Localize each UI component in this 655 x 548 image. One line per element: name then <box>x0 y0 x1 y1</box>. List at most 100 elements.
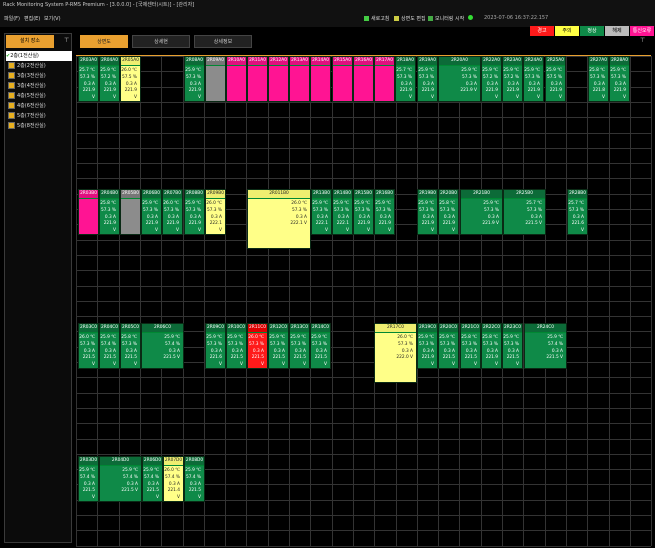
rack-cell[interactable]: 2R03B0 <box>78 189 99 235</box>
rack-cell[interactable]: 2R27A0 25.8 ℃ 57.3 % 0.3 A 221.8 V <box>588 56 609 102</box>
main-panel: 상면도 상세현 상세정보 ⊤ 2R03A0 25.7 ℃ 57.3 % 0.3 A 22… <box>76 33 653 547</box>
rack-cell[interactable]: 2R28A0 25.9 ℃ 57.3 % 0.3 A 221.9 V <box>609 56 630 102</box>
pin-icon[interactable]: ⊤ <box>64 37 69 44</box>
rack-cell[interactable]: 2R21C0 25.8 ℃ 57.3 % 0.3 A 221.5 V <box>460 323 481 369</box>
rack-cell[interactable]: 2R13A0 <box>289 56 310 102</box>
rack-cell[interactable]: 2R04D0 25.9 ℃ 57.4 % 0.3 A 221.5 V <box>99 456 142 502</box>
rack-cell[interactable]: 2R06D0 25.9 ℃ 57.4 % 0.3 A 221.5 V <box>142 456 163 502</box>
humidity: 57.3 % <box>524 74 540 80</box>
rack-cell[interactable]: 2R06C0 25.9 ℃ 57.4 % 0.3 A 221.5 V <box>141 323 184 369</box>
rack-cell[interactable]: 2R22C0 25.8 ℃ 57.3 % 0.3 A 221.9 V <box>481 323 502 369</box>
rack-cell[interactable]: 2R11A0 <box>247 56 268 102</box>
rack-cell[interactable]: 2R13C0 25.9 ℃ 57.3 % 0.3 A 221.5 V <box>289 323 310 369</box>
rack-cell[interactable]: 2R011B0 26.0 ℃ 57.3 % 0.3 A 222.1 V <box>247 189 311 249</box>
rack-cell[interactable]: 2R19A0 25.9 ℃ 57.3 % 0.3 A 221.9 V <box>417 56 438 102</box>
rack-cell[interactable]: 2R10C0 25.9 ℃ 57.3 % 0.3 A 221.5 V <box>226 323 247 369</box>
rack-cell[interactable]: 2R03A0 25.7 ℃ 57.3 % 0.3 A 221.9 V <box>78 56 99 102</box>
refresh-button[interactable]: 새로고침 <box>364 15 389 22</box>
rack-cell[interactable]: 2R07B0 26.0 ℃ 57.3 % 0.3 A 221.9 V <box>162 189 183 235</box>
voltage: 221.9 V <box>82 88 95 101</box>
rack-cell[interactable]: 2R21B0 25.9 ℃ 57.3 % 0.3 A 221.9 V <box>460 189 503 235</box>
rack-cell[interactable]: 2R12C0 25.9 ℃ 57.3 % 0.3 A 221.5 V <box>268 323 289 369</box>
humidity: 57.3 % <box>206 341 222 347</box>
temperature: 25.8 ℃ <box>461 335 477 340</box>
rack-cell[interactable]: 2R08D0 25.9 ℃ 57.4 % 0.3 A 221.5 V <box>184 456 205 502</box>
rack-cell[interactable]: 2R15A0 <box>332 56 353 102</box>
rack-cell[interactable]: 2R14C0 25.9 ℃ 57.3 % 0.3 A 221.5 V <box>310 323 331 369</box>
rack-readings: 25.7 ℃ 57.3 % 0.3 A 221.6 V <box>568 199 587 235</box>
rack-cell[interactable]: 2R14A0 <box>310 56 331 102</box>
rack-cell[interactable]: 2R10A0 <box>226 56 247 102</box>
rack-cell[interactable]: 2R04B0 25.8 ℃ 57.3 % 0.3 A 221.9 V <box>99 189 120 235</box>
location-item[interactable]: 4층(6전산실) <box>6 101 72 111</box>
rack-cell[interactable]: 2R09B0 26.0 ℃ 57.3 % 0.3 A 222.1 V <box>205 189 226 235</box>
temperature: 25.9 ℃ <box>610 68 626 73</box>
location-item[interactable]: 3층(3전산실) <box>6 71 72 81</box>
location-tree: ✔2층(1전산실) 2층(2전산실) 3층(3전산실) 3층(4전산실) 4층(… <box>6 51 72 131</box>
edit-layout-button[interactable]: 상면도 편집 <box>394 15 426 22</box>
menu-edit[interactable]: 편집(E) <box>24 15 40 22</box>
rack-cell[interactable]: 2R16B0 25.9 ℃ 57.3 % 0.3 A 221.9 V <box>374 189 395 235</box>
rack-cell[interactable]: 2R23C0 25.9 ℃ 57.3 % 0.3 A 221.5 V <box>502 323 523 369</box>
rack-cell[interactable]: 2R24A0 25.9 ℃ 57.3 % 0.3 A 221.9 V <box>523 56 544 102</box>
tab-status[interactable]: 상세현 <box>132 35 190 48</box>
rack-readings: 25.7 ℃ 57.3 % 0.3 A 221.9 V <box>79 66 98 102</box>
rack-cell[interactable]: 2R15B0 25.9 ℃ 57.3 % 0.3 A 221.9 V <box>353 189 374 235</box>
rack-cell[interactable]: 2R03D0 25.9 ℃ 57.4 % 0.3 A 221.5 V <box>78 456 99 502</box>
location-item[interactable]: 3층(4전산실) <box>6 81 72 91</box>
location-item[interactable]: ✔2층(1전산실) <box>6 51 72 61</box>
menu-file[interactable]: 파일(F) <box>4 15 20 22</box>
rack-cell[interactable]: 2R09A0 <box>205 56 226 102</box>
sidebar-tab-location[interactable]: 설치 장소 <box>6 35 54 48</box>
tab-floorplan[interactable]: 상면도 <box>80 35 128 48</box>
rack-cell[interactable]: 2R20C0 25.9 ℃ 57.3 % 0.3 A 221.5 V <box>438 323 459 369</box>
humidity: 57.3 % <box>333 207 349 213</box>
rack-cell[interactable]: 2R05A0 26.0 ℃ 57.5 % 0.3 A 221.9 V <box>120 56 141 102</box>
humidity: 57.3 % <box>121 341 137 347</box>
rack-cell[interactable]: 2R19C0 25.9 ℃ 57.3 % 0.3 A 221.9 V <box>417 323 438 369</box>
rack-cell[interactable]: 2R05C0 25.8 ℃ 57.3 % 0.3 A 221.5 V <box>120 323 141 369</box>
rack-cell[interactable]: 2R17A0 <box>374 56 395 102</box>
rack-id: 2R15B0 <box>354 190 373 199</box>
humidity: 57.3 % <box>418 341 434 347</box>
rack-cell[interactable]: 2R19B0 25.9 ℃ 57.3 % 0.3 A 221.9 V <box>417 189 438 235</box>
rack-cell[interactable]: 2R13B0 25.9 ℃ 57.3 % 0.3 A 222.1 V <box>311 189 332 235</box>
rack-cell[interactable]: 2R23A0 25.9 ℃ 57.2 % 0.3 A 221.9 V <box>502 56 523 102</box>
rack-cell[interactable]: 2R18A0 25.7 ℃ 57.3 % 0.3 A 221.9 V <box>395 56 416 102</box>
rack-cell[interactable]: 2R24C0 25.9 ℃ 57.4 % 0.3 A 221.5 V <box>524 323 567 369</box>
location-item[interactable]: 2층(2전산실) <box>6 61 72 71</box>
rack-cell[interactable]: 2R12A0 <box>268 56 289 102</box>
rack-cell[interactable]: 2R16A0 <box>353 56 374 102</box>
rack-id: 2R12C0 <box>269 324 288 333</box>
rack-cell[interactable]: 2R25B0 25.7 ℃ 57.3 % 0.3 A 221.5 V <box>503 189 546 235</box>
rack-cell[interactable]: 2R07D0 26.0 ℃ 57.4 % 0.3 A 221.4 V <box>163 456 184 502</box>
humidity: 57.5 % <box>546 74 562 80</box>
rack-cell[interactable]: 2R05B0 <box>120 189 141 235</box>
rack-cell[interactable]: 2R20B0 25.8 ℃ 57.3 % 0.3 A 221.9 V <box>438 189 459 235</box>
rack-cell[interactable]: 2R08A0 25.9 ℃ 57.3 % 0.3 A 221.9 V <box>184 56 205 102</box>
location-item[interactable]: 4층(5전산실) <box>6 91 72 101</box>
monitor-start-button[interactable]: 모니터링 시작 <box>428 15 464 22</box>
rack-cell[interactable]: 2R03C0 26.0 ℃ 57.3 % 0.3 A 221.5 V <box>78 323 99 369</box>
menu-view[interactable]: 보기(V) <box>44 15 61 22</box>
rack-cell[interactable]: 2R11C0 26.0 ℃ 57.3 % 0.3 A 221.5 V <box>247 323 268 369</box>
tab-details[interactable]: 상세정보 <box>194 35 252 48</box>
rack-cell[interactable]: 2R17C0 26.0 ℃ 57.3 % 0.3 A 222.0 V <box>374 323 417 383</box>
humidity: 57.3 % <box>79 341 95 347</box>
location-item[interactable]: 5층(7전산실) <box>6 111 72 121</box>
pin-icon[interactable]: ⊤ <box>640 37 645 44</box>
location-item[interactable]: 5층(8전산실) <box>6 121 72 131</box>
rack-cell[interactable]: 2R06B0 25.9 ℃ 57.3 % 0.3 A 221.9 V <box>141 189 162 235</box>
rack-readings: 25.9 ℃ 57.3 % 0.3 A 221.9 V <box>185 199 204 235</box>
rack-cell[interactable]: 2R25A0 25.9 ℃ 57.5 % 0.3 A 221.9 V <box>545 56 566 102</box>
rack-cell[interactable]: 2R08B0 25.9 ℃ 57.3 % 0.3 A 221.9 V <box>184 189 205 235</box>
rack-cell[interactable]: 2R09C0 25.9 ℃ 57.3 % 0.3 A 221.6 V <box>205 323 226 369</box>
rack-cell[interactable]: 2R20A0 25.9 ℃ 57.3 % 0.3 A 221.9 V <box>438 56 481 102</box>
rack-cell[interactable]: 2R04C0 25.9 ℃ 57.4 % 0.3 A 221.5 V <box>99 323 120 369</box>
rack-cell[interactable]: 2R28B0 25.7 ℃ 57.3 % 0.3 A 221.6 V <box>567 189 588 235</box>
rack-cell[interactable]: 2R22A0 25.9 ℃ 57.2 % 0.3 A 221.9 V <box>481 56 502 102</box>
voltage: 221.9 V <box>613 88 626 101</box>
rack-cell[interactable]: 2R04A0 25.9 ℃ 57.2 % 0.3 A 221.9 V <box>99 56 120 102</box>
rack-cell[interactable]: 2R14B0 25.9 ℃ 57.3 % 0.3 A 222.1 V <box>332 189 353 235</box>
checkbox-icon <box>8 112 15 119</box>
